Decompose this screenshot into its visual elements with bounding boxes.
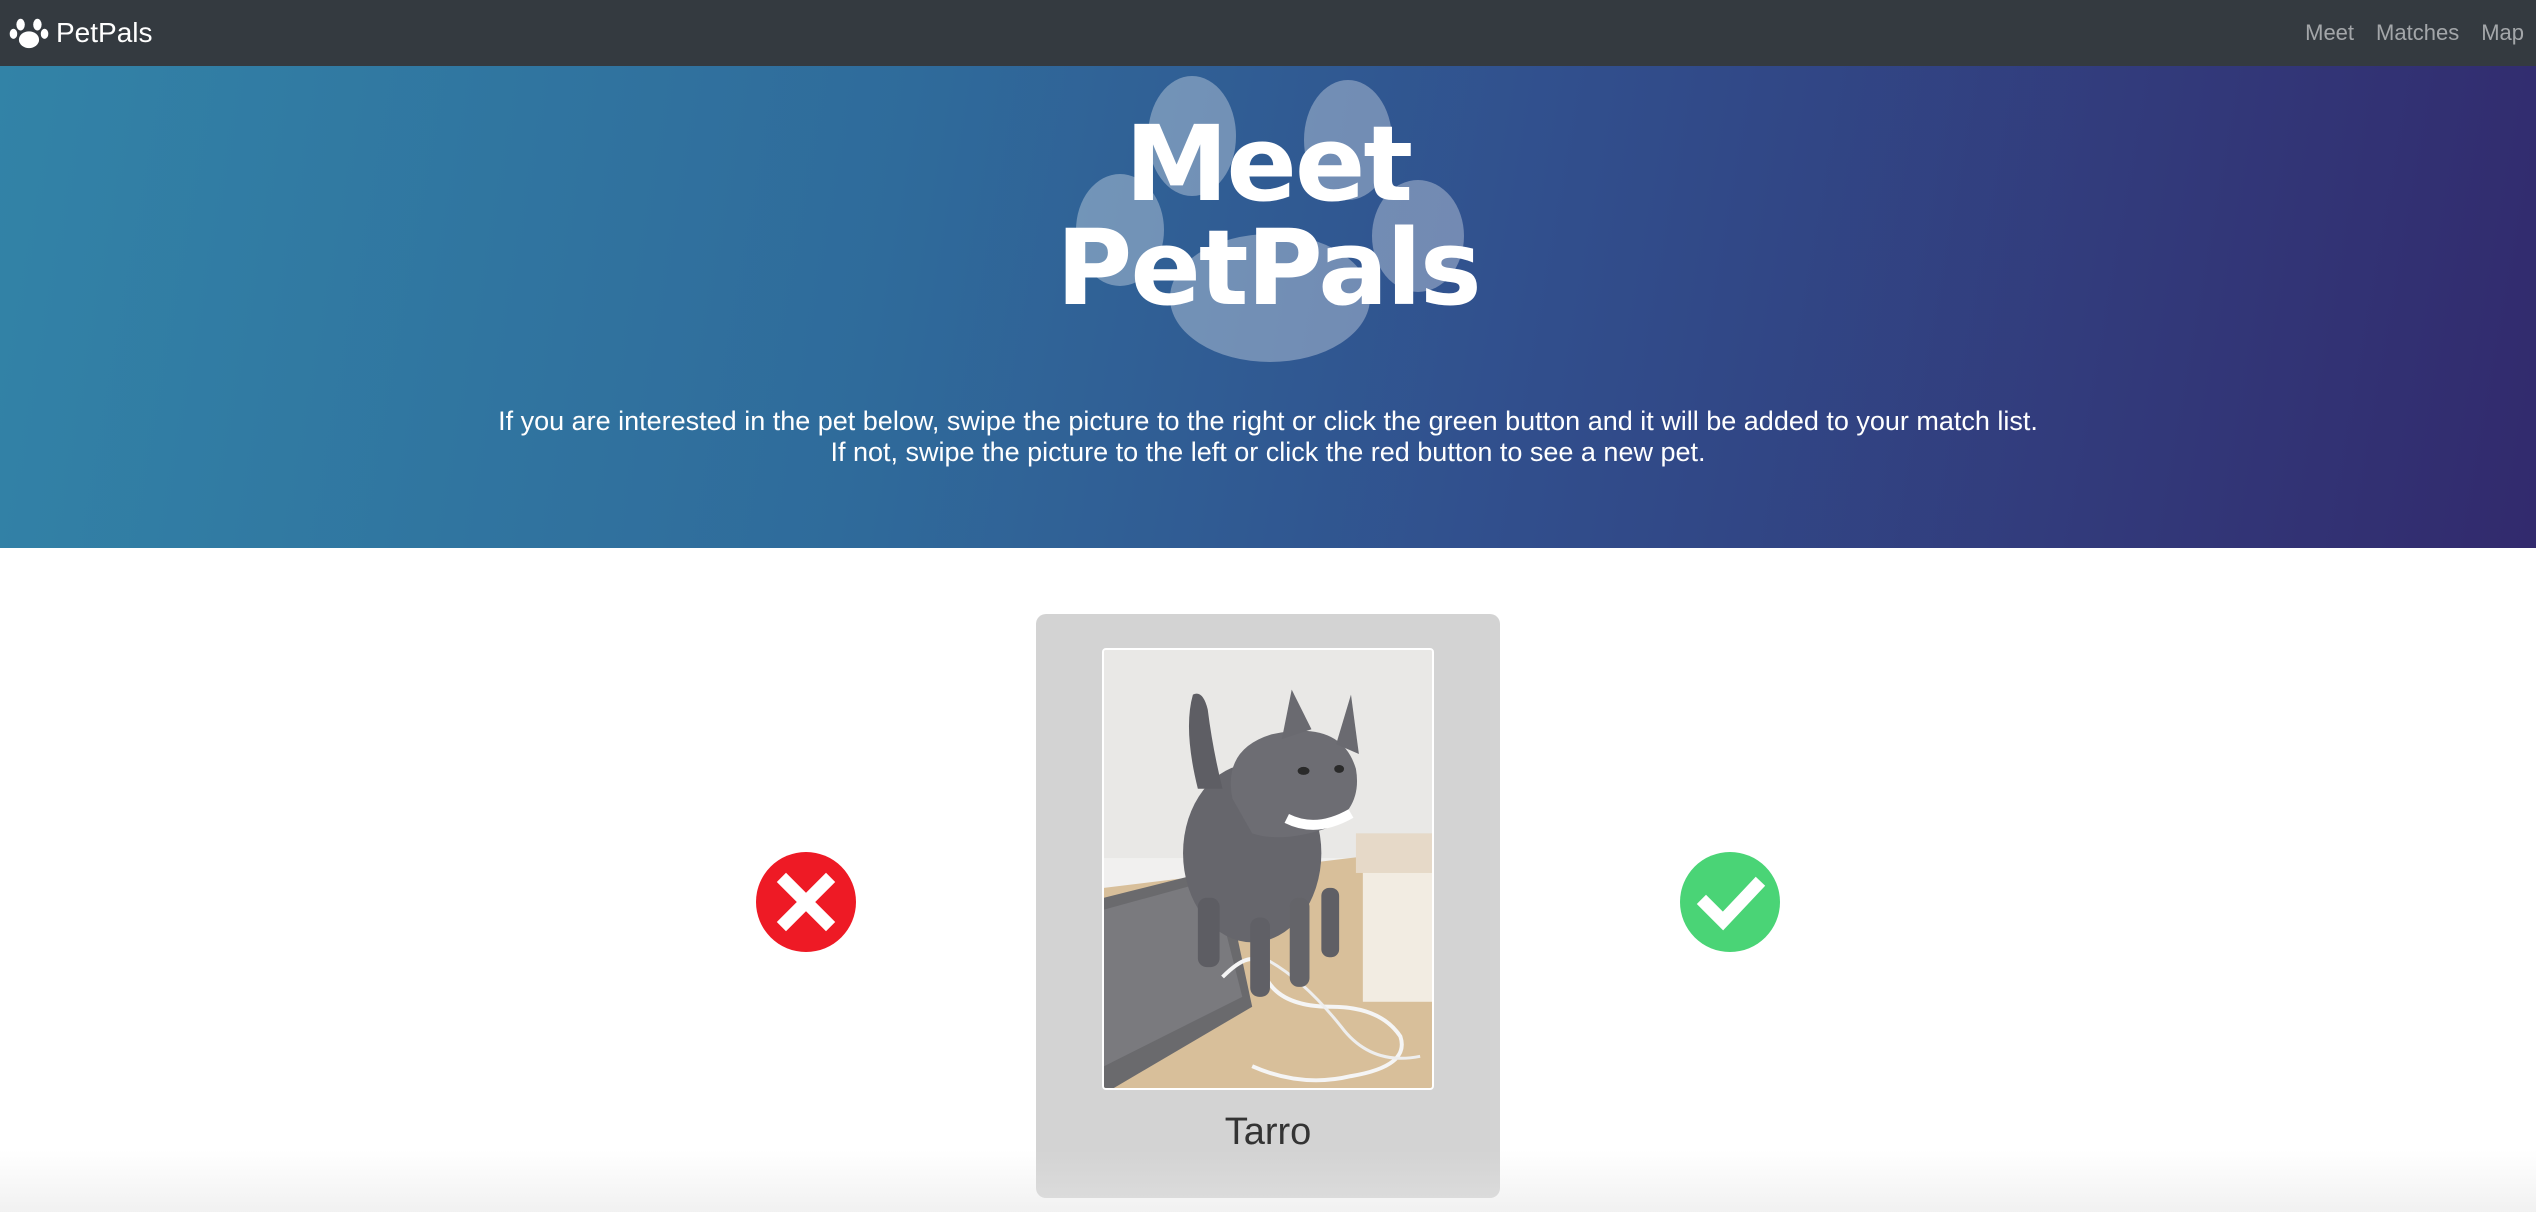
hero-banner: Meet PetPals If you are interested in th… [0, 66, 2536, 548]
pet-photo[interactable] [1102, 648, 1434, 1090]
nav-link-meet[interactable]: Meet [2305, 20, 2354, 46]
nav-links: Meet Matches Map [2283, 20, 2536, 46]
nav-link-matches[interactable]: Matches [2376, 20, 2459, 46]
nav-link-map[interactable]: Map [2481, 20, 2524, 46]
reject-button[interactable] [756, 852, 856, 952]
x-icon [776, 872, 836, 932]
brand-link[interactable]: PetPals [8, 12, 153, 54]
hero-logo: Meet PetPals [1030, 76, 1506, 366]
hero-title-line1: Meet [1124, 103, 1413, 225]
instruction-line1: If you are interested in the pet below, … [498, 406, 2038, 436]
instruction-line2: If not, swipe the picture to the left or… [830, 437, 1706, 467]
navbar: PetPals Meet Matches Map [0, 0, 2536, 66]
check-icon [1696, 876, 1766, 931]
brand-name: PetPals [56, 17, 153, 48]
hero-title-line2: PetPals [1056, 207, 1482, 329]
instructions: If you are interested in the pet below, … [0, 406, 2536, 468]
accept-button[interactable] [1680, 852, 1780, 952]
kitten-photo-image [1104, 650, 1432, 1088]
pet-name: Tarro [1224, 1111, 1312, 1153]
paw-icon [9, 18, 49, 49]
hero-title: Meet PetPals [1030, 112, 1506, 320]
pet-card: Tarro [1036, 614, 1500, 1198]
